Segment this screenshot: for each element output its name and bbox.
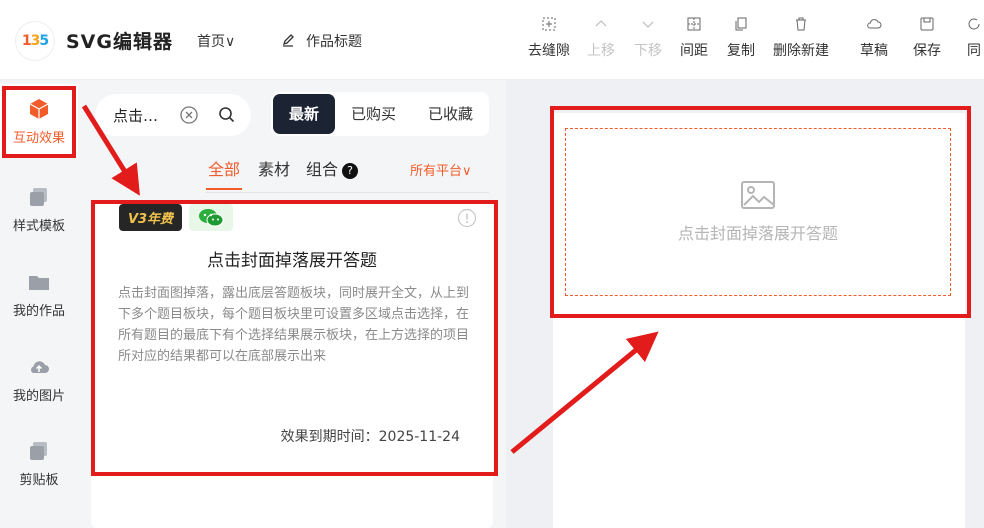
- rail-item-my-images[interactable]: 我的图片: [0, 355, 78, 404]
- annotation-box-sidebar: [2, 86, 76, 158]
- tool-remove-gaps[interactable]: 去缝隙: [528, 16, 570, 60]
- rail-item-my-works[interactable]: 我的作品: [0, 270, 78, 319]
- template-icon: [30, 188, 47, 206]
- tabs-divider: [206, 192, 489, 193]
- app-brand: SVG编辑器: [66, 31, 173, 53]
- help-icon[interactable]: ?: [342, 162, 359, 179]
- clipboard-icon: [30, 442, 47, 460]
- spacing-icon: [687, 17, 701, 31]
- title-edit[interactable]: 作品标题: [280, 31, 362, 51]
- tool-delete-new[interactable]: 删除新建: [773, 16, 829, 60]
- segment-favorited[interactable]: 已收藏: [412, 94, 489, 134]
- platform-filter[interactable]: 所有平台∨: [410, 160, 472, 179]
- cloud-icon: [867, 19, 882, 29]
- copy-icon: [735, 17, 747, 31]
- clear-icon[interactable]: [179, 105, 199, 125]
- category-tabs: 全部 素材 组合?: [206, 156, 359, 190]
- search-icon[interactable]: [217, 105, 237, 125]
- tool-move-up[interactable]: 上移: [587, 16, 615, 60]
- annotation-box-card: [91, 200, 498, 476]
- folder-icon: [29, 276, 49, 290]
- tool-move-down[interactable]: 下移: [634, 16, 662, 60]
- title-placeholder: 作品标题: [306, 34, 362, 50]
- segment-latest[interactable]: 最新: [273, 94, 336, 134]
- chevron-down-icon: [642, 21, 654, 28]
- filter-segment: 最新 已购买 已收藏: [271, 92, 489, 136]
- tool-save[interactable]: 保存: [913, 16, 941, 60]
- tool-sync[interactable]: 同: [966, 16, 982, 60]
- rail-item-style-templates[interactable]: 样式模板: [0, 185, 78, 234]
- home-menu[interactable]: 首页∨: [197, 31, 235, 51]
- search-box[interactable]: 点击…: [95, 94, 251, 136]
- gap-icon: [542, 17, 556, 31]
- tool-draft[interactable]: 草稿: [860, 16, 888, 60]
- tool-copy[interactable]: 复制: [727, 16, 755, 60]
- top-toolbar: 135 SVG编辑器 首页∨ 作品标题 去缝隙 上移 下移 间距 复制 删除新建…: [0, 0, 984, 80]
- delete-new-icon: [796, 17, 806, 31]
- chevron-up-icon: [595, 20, 607, 27]
- tab-all[interactable]: 全部: [206, 156, 243, 190]
- search-input[interactable]: 点击…: [113, 105, 158, 126]
- pencil-icon: [282, 34, 294, 47]
- tab-materials[interactable]: 素材: [258, 156, 290, 190]
- segment-purchased[interactable]: 已购买: [335, 94, 412, 134]
- sync-icon: [968, 18, 980, 30]
- cloud-upload-icon: [31, 361, 49, 373]
- annotation-box-canvas: [550, 106, 971, 318]
- save-icon: [920, 17, 934, 31]
- app-logo[interactable]: 135: [16, 22, 54, 60]
- tool-spacing[interactable]: 间距: [680, 16, 708, 60]
- tab-combos[interactable]: 组合?: [306, 156, 359, 190]
- rail-item-clipboard[interactable]: 剪贴板: [0, 439, 78, 488]
